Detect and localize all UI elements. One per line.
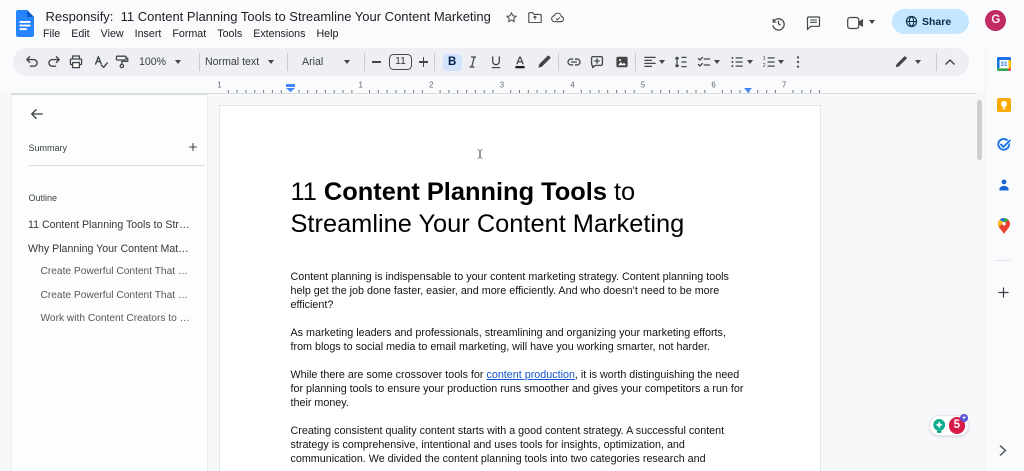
svg-text:5: 5 xyxy=(641,81,646,90)
svg-text:1: 1 xyxy=(359,81,363,90)
svg-text:1: 1 xyxy=(763,56,766,62)
svg-text:3: 3 xyxy=(500,81,504,90)
svg-text:1: 1 xyxy=(217,81,221,90)
svg-text:2: 2 xyxy=(763,63,766,69)
svg-text:7: 7 xyxy=(782,81,786,90)
svg-text:31: 31 xyxy=(1000,61,1007,68)
svg-text:4: 4 xyxy=(570,81,575,90)
svg-text:6: 6 xyxy=(711,81,715,90)
svg-text:2: 2 xyxy=(429,81,433,90)
